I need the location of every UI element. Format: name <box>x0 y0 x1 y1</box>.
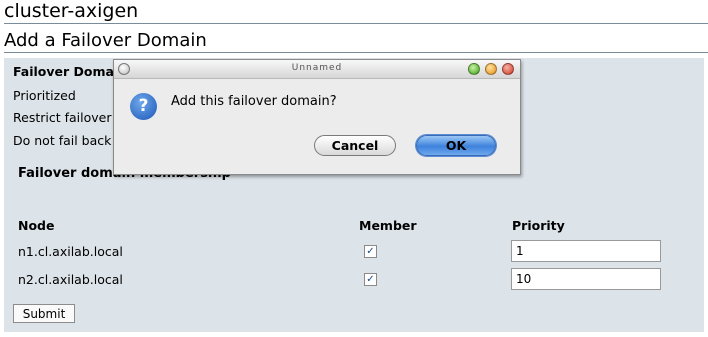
cluster-title: cluster-axigen <box>4 0 139 22</box>
ok-button[interactable]: OK <box>416 135 496 156</box>
member-checkbox[interactable]: ✓ <box>364 273 377 286</box>
question-icon: ? <box>130 93 157 120</box>
failover-domain-name-label: Failover Domai <box>13 64 119 79</box>
no-failback-label: Do not fail back <box>13 133 112 148</box>
maximize-icon[interactable] <box>485 63 497 75</box>
confirm-dialog: Unnamed ? Add this failover domain? Canc… <box>113 59 521 175</box>
close-icon[interactable] <box>502 63 514 75</box>
member-checkbox[interactable]: ✓ <box>364 245 377 258</box>
title-divider <box>4 23 708 24</box>
restrict-failover-label: Restrict failover <box>13 110 112 125</box>
heading-divider <box>4 52 708 53</box>
priority-column-header: Priority <box>512 218 565 233</box>
page-heading: Add a Failover Domain <box>4 30 207 51</box>
node-column-header: Node <box>18 218 55 233</box>
prioritized-label: Prioritized <box>13 88 76 103</box>
priority-input[interactable] <box>511 268 661 290</box>
dialog-message: Add this failover domain? <box>171 94 337 109</box>
member-column-header: Member <box>359 218 417 233</box>
cancel-button[interactable]: Cancel <box>314 135 396 156</box>
submit-button[interactable]: Submit <box>13 304 75 323</box>
dialog-titlebar[interactable]: Unnamed <box>114 60 520 79</box>
node-name: n2.cl.axilab.local <box>18 272 123 287</box>
dialog-title: Unnamed <box>291 63 343 73</box>
node-name: n1.cl.axilab.local <box>18 244 123 259</box>
minimize-icon[interactable] <box>468 63 480 75</box>
priority-input[interactable] <box>511 240 661 262</box>
